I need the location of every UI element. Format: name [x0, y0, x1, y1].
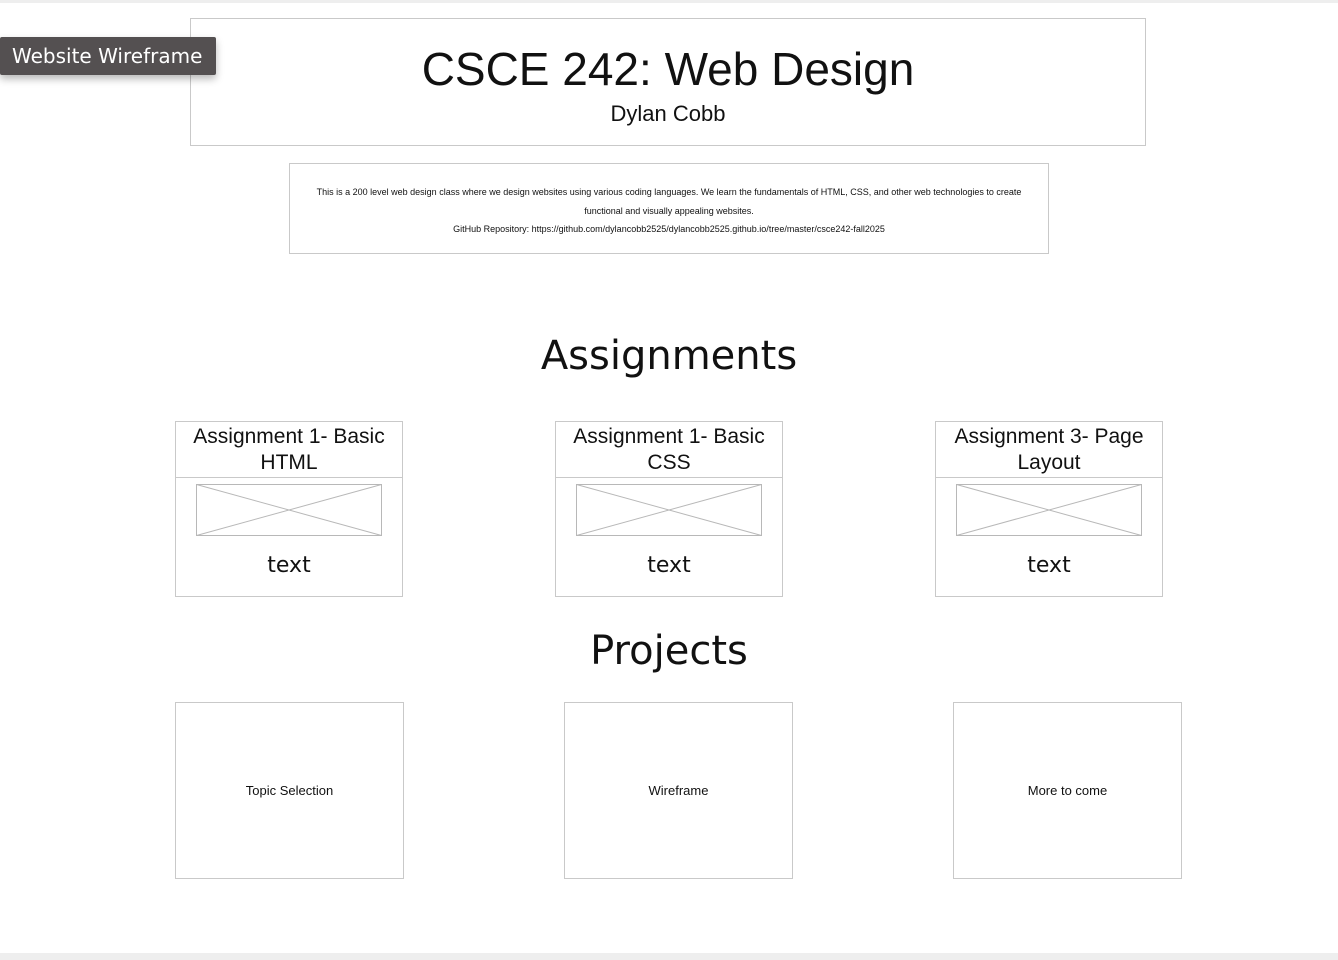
course-description: This is a 200 level web design class whe…	[289, 163, 1049, 254]
project-card-wireframe[interactable]: Wireframe	[564, 702, 793, 879]
project-card-more-to-come[interactable]: More to come	[953, 702, 1182, 879]
assignment-text: text	[1027, 553, 1071, 578]
author-name: Dylan Cobb	[610, 101, 726, 126]
page-header: CSCE 242: Web Design Dylan Cobb	[190, 18, 1146, 146]
project-label: Wireframe	[648, 783, 709, 798]
wireframe-page: Website Wireframe CSCE 242: Web Design D…	[0, 0, 1338, 960]
assignment-text: text	[267, 553, 311, 578]
assignment-card-2[interactable]: Assignment 1- Basic CSS text	[555, 421, 783, 597]
project-label: More to come	[1027, 783, 1108, 798]
assignment-card-3[interactable]: Assignment 3- Page Layout text	[935, 421, 1163, 597]
assignment-title: Assignment 3- Page Layout	[936, 422, 1162, 478]
assignment-title: Assignment 1- Basic CSS	[556, 422, 782, 478]
assignment-card-1[interactable]: Assignment 1- Basic HTML text	[175, 421, 403, 597]
projects-heading: Projects	[590, 628, 748, 674]
frame-label[interactable]: Website Wireframe	[0, 37, 217, 75]
image-placeholder-icon	[956, 484, 1142, 536]
image-placeholder-icon	[576, 484, 762, 536]
description-text: This is a 200 level web design class whe…	[316, 187, 1022, 216]
top-divider	[0, 0, 1338, 3]
image-placeholder-icon	[196, 484, 382, 536]
page-title: CSCE 242: Web Design	[421, 43, 915, 95]
project-label: Topic Selection	[245, 783, 334, 798]
assignment-title: Assignment 1- Basic HTML	[176, 422, 402, 478]
project-card-topic-selection[interactable]: Topic Selection	[175, 702, 404, 879]
repository-link[interactable]: GitHub Repository: https://github.com/dy…	[306, 220, 1032, 239]
assignment-text: text	[647, 553, 691, 578]
bottom-divider	[0, 953, 1338, 960]
assignments-heading: Assignments	[540, 333, 798, 379]
